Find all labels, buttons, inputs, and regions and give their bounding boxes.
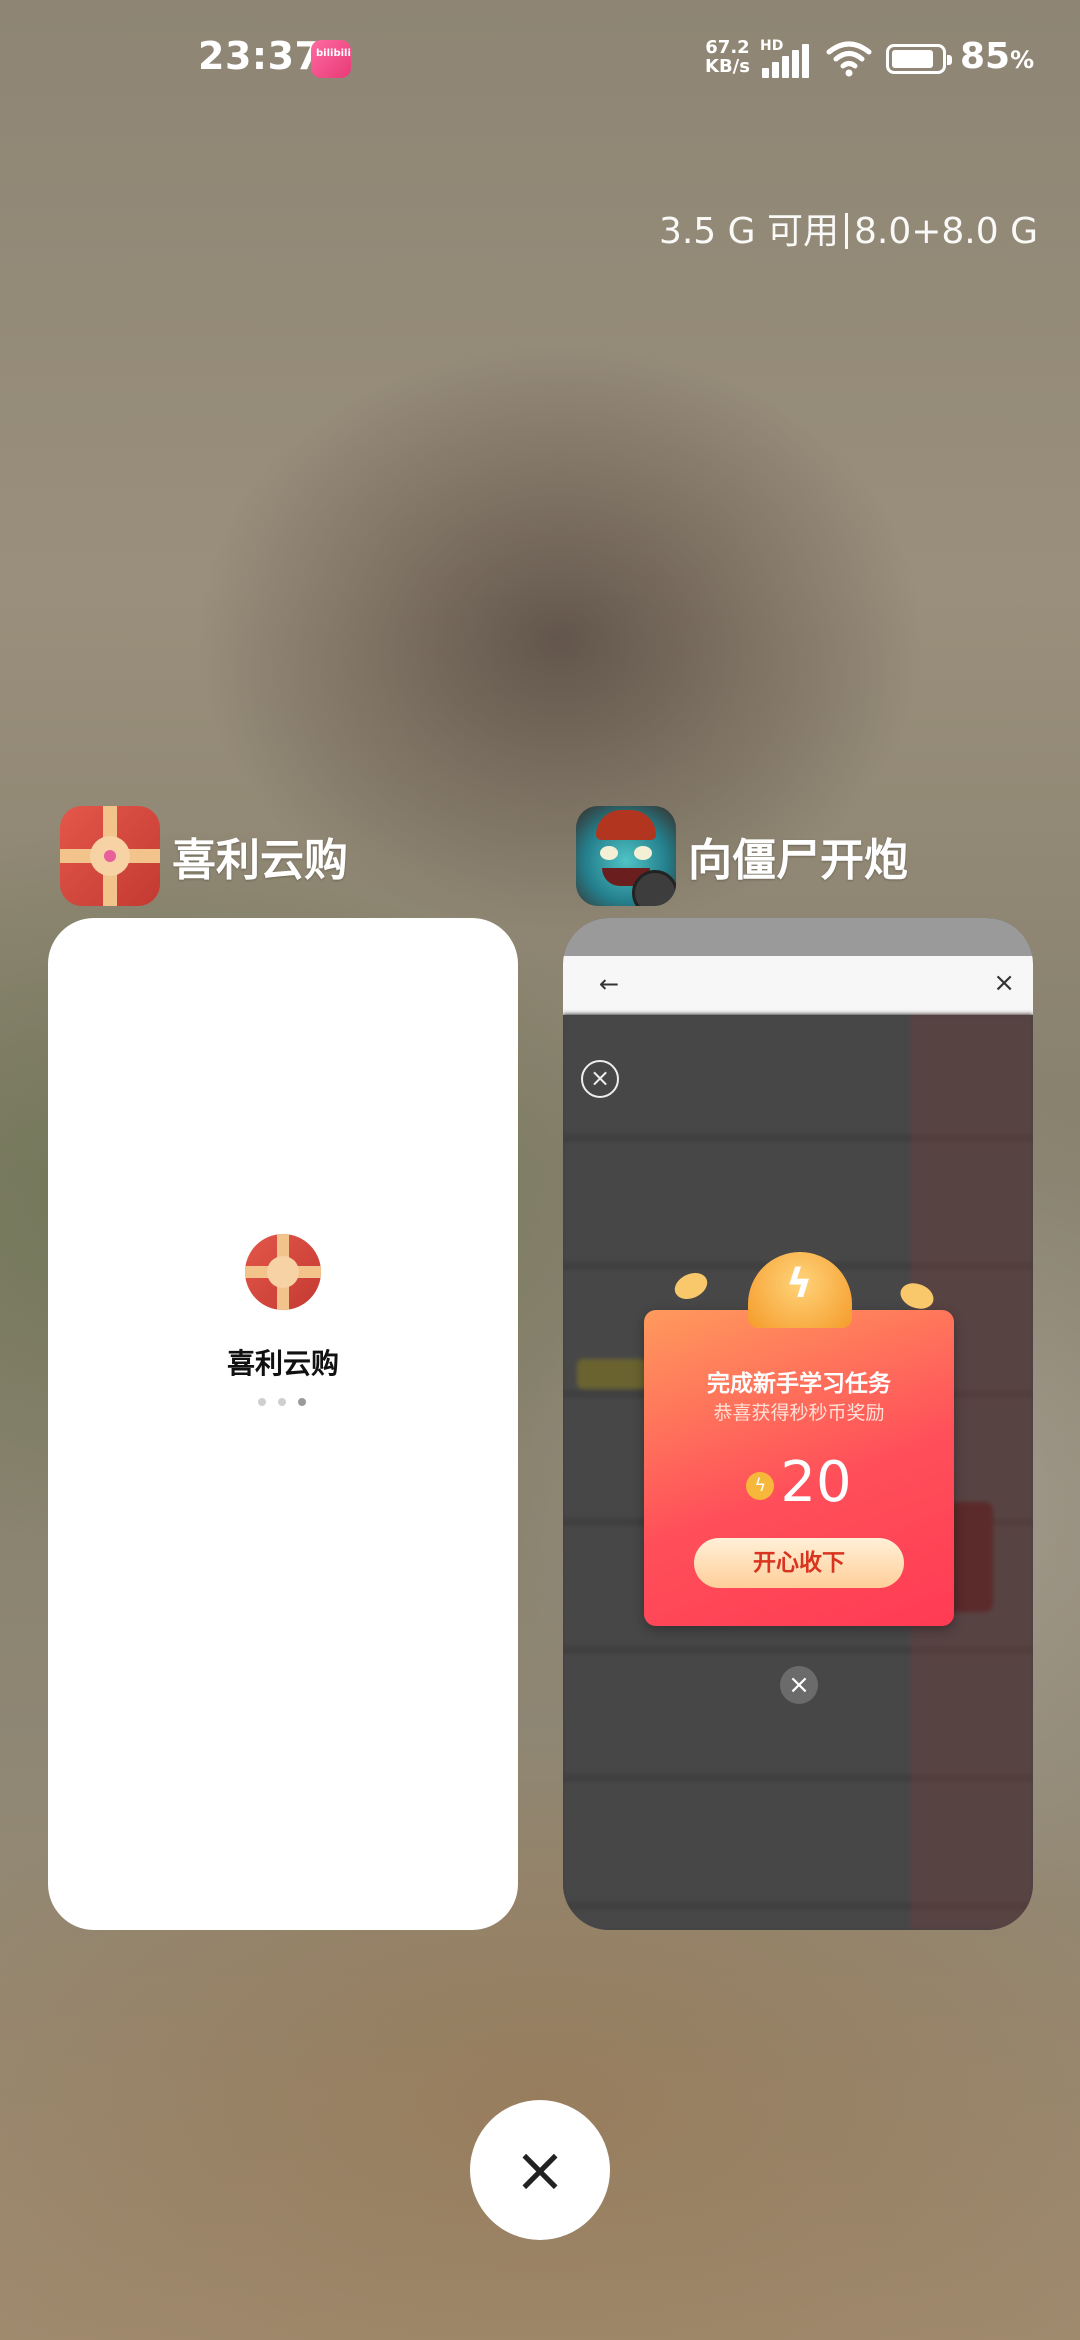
signal-icon xyxy=(762,44,814,78)
memory-indicator: 3.5 G 可用 8.0+8.0 G xyxy=(659,202,1038,254)
reward-amount: ϟ 20 xyxy=(644,1450,954,1515)
app-header-zombie-game[interactable]: 向僵尸开炮 xyxy=(576,806,908,906)
network-speed: 67.2 KB/s xyxy=(705,37,750,77)
recent-app-card-zombie-game[interactable]: ← × × ϟ 完成新手学习任务 恭喜获得秒秒币奖励 ϟ 20 开心收下 × xyxy=(563,918,1033,1930)
gift-logo-icon xyxy=(245,1234,321,1310)
zombie-game-icon xyxy=(576,806,676,906)
divider xyxy=(844,213,848,249)
app-name: 喜利云购 xyxy=(172,835,348,886)
reward-close-icon[interactable]: × xyxy=(780,1666,818,1704)
battery-icon xyxy=(886,44,952,74)
gift-icon xyxy=(60,806,160,906)
loading-dots xyxy=(258,1398,306,1406)
circle-close-icon[interactable]: × xyxy=(581,1060,619,1098)
memory-total: 8.0+8.0 G xyxy=(853,211,1038,252)
web-status-area xyxy=(563,918,1033,956)
status-bar: 23:37 bilibili 67.2 KB/s HD 85% xyxy=(0,0,1080,110)
coin-icon: ϟ xyxy=(746,1472,775,1500)
bilibili-notification-icon: bilibili xyxy=(311,40,351,78)
reward-popup: ϟ 完成新手学习任务 恭喜获得秒秒币奖励 ϟ 20 开心收下 xyxy=(644,1252,954,1626)
memory-available: 3.5 G 可用 xyxy=(658,211,839,252)
reward-title: 完成新手学习任务 xyxy=(707,1371,891,1397)
splash-app-name: 喜利云购 xyxy=(226,1347,339,1380)
close-icon[interactable]: × xyxy=(993,968,1015,998)
app-name: 向僵尸开炮 xyxy=(688,835,908,886)
battery-percent: 85% xyxy=(960,36,1035,77)
web-nav-bar: ← × xyxy=(563,956,1033,1015)
reward-subtitle: 恭喜获得秒秒币奖励 xyxy=(713,1402,885,1424)
wifi-icon xyxy=(826,41,872,77)
app-header-xiliyungou[interactable]: 喜利云购 xyxy=(60,806,348,906)
back-arrow-icon[interactable]: ← xyxy=(599,970,619,998)
accept-reward-button[interactable]: 开心收下 xyxy=(694,1538,904,1588)
clock: 23:37 xyxy=(198,34,322,78)
clear-all-button[interactable]: × xyxy=(470,2100,610,2240)
recent-app-card-xiliyungou[interactable]: 喜利云购 xyxy=(48,918,518,1930)
